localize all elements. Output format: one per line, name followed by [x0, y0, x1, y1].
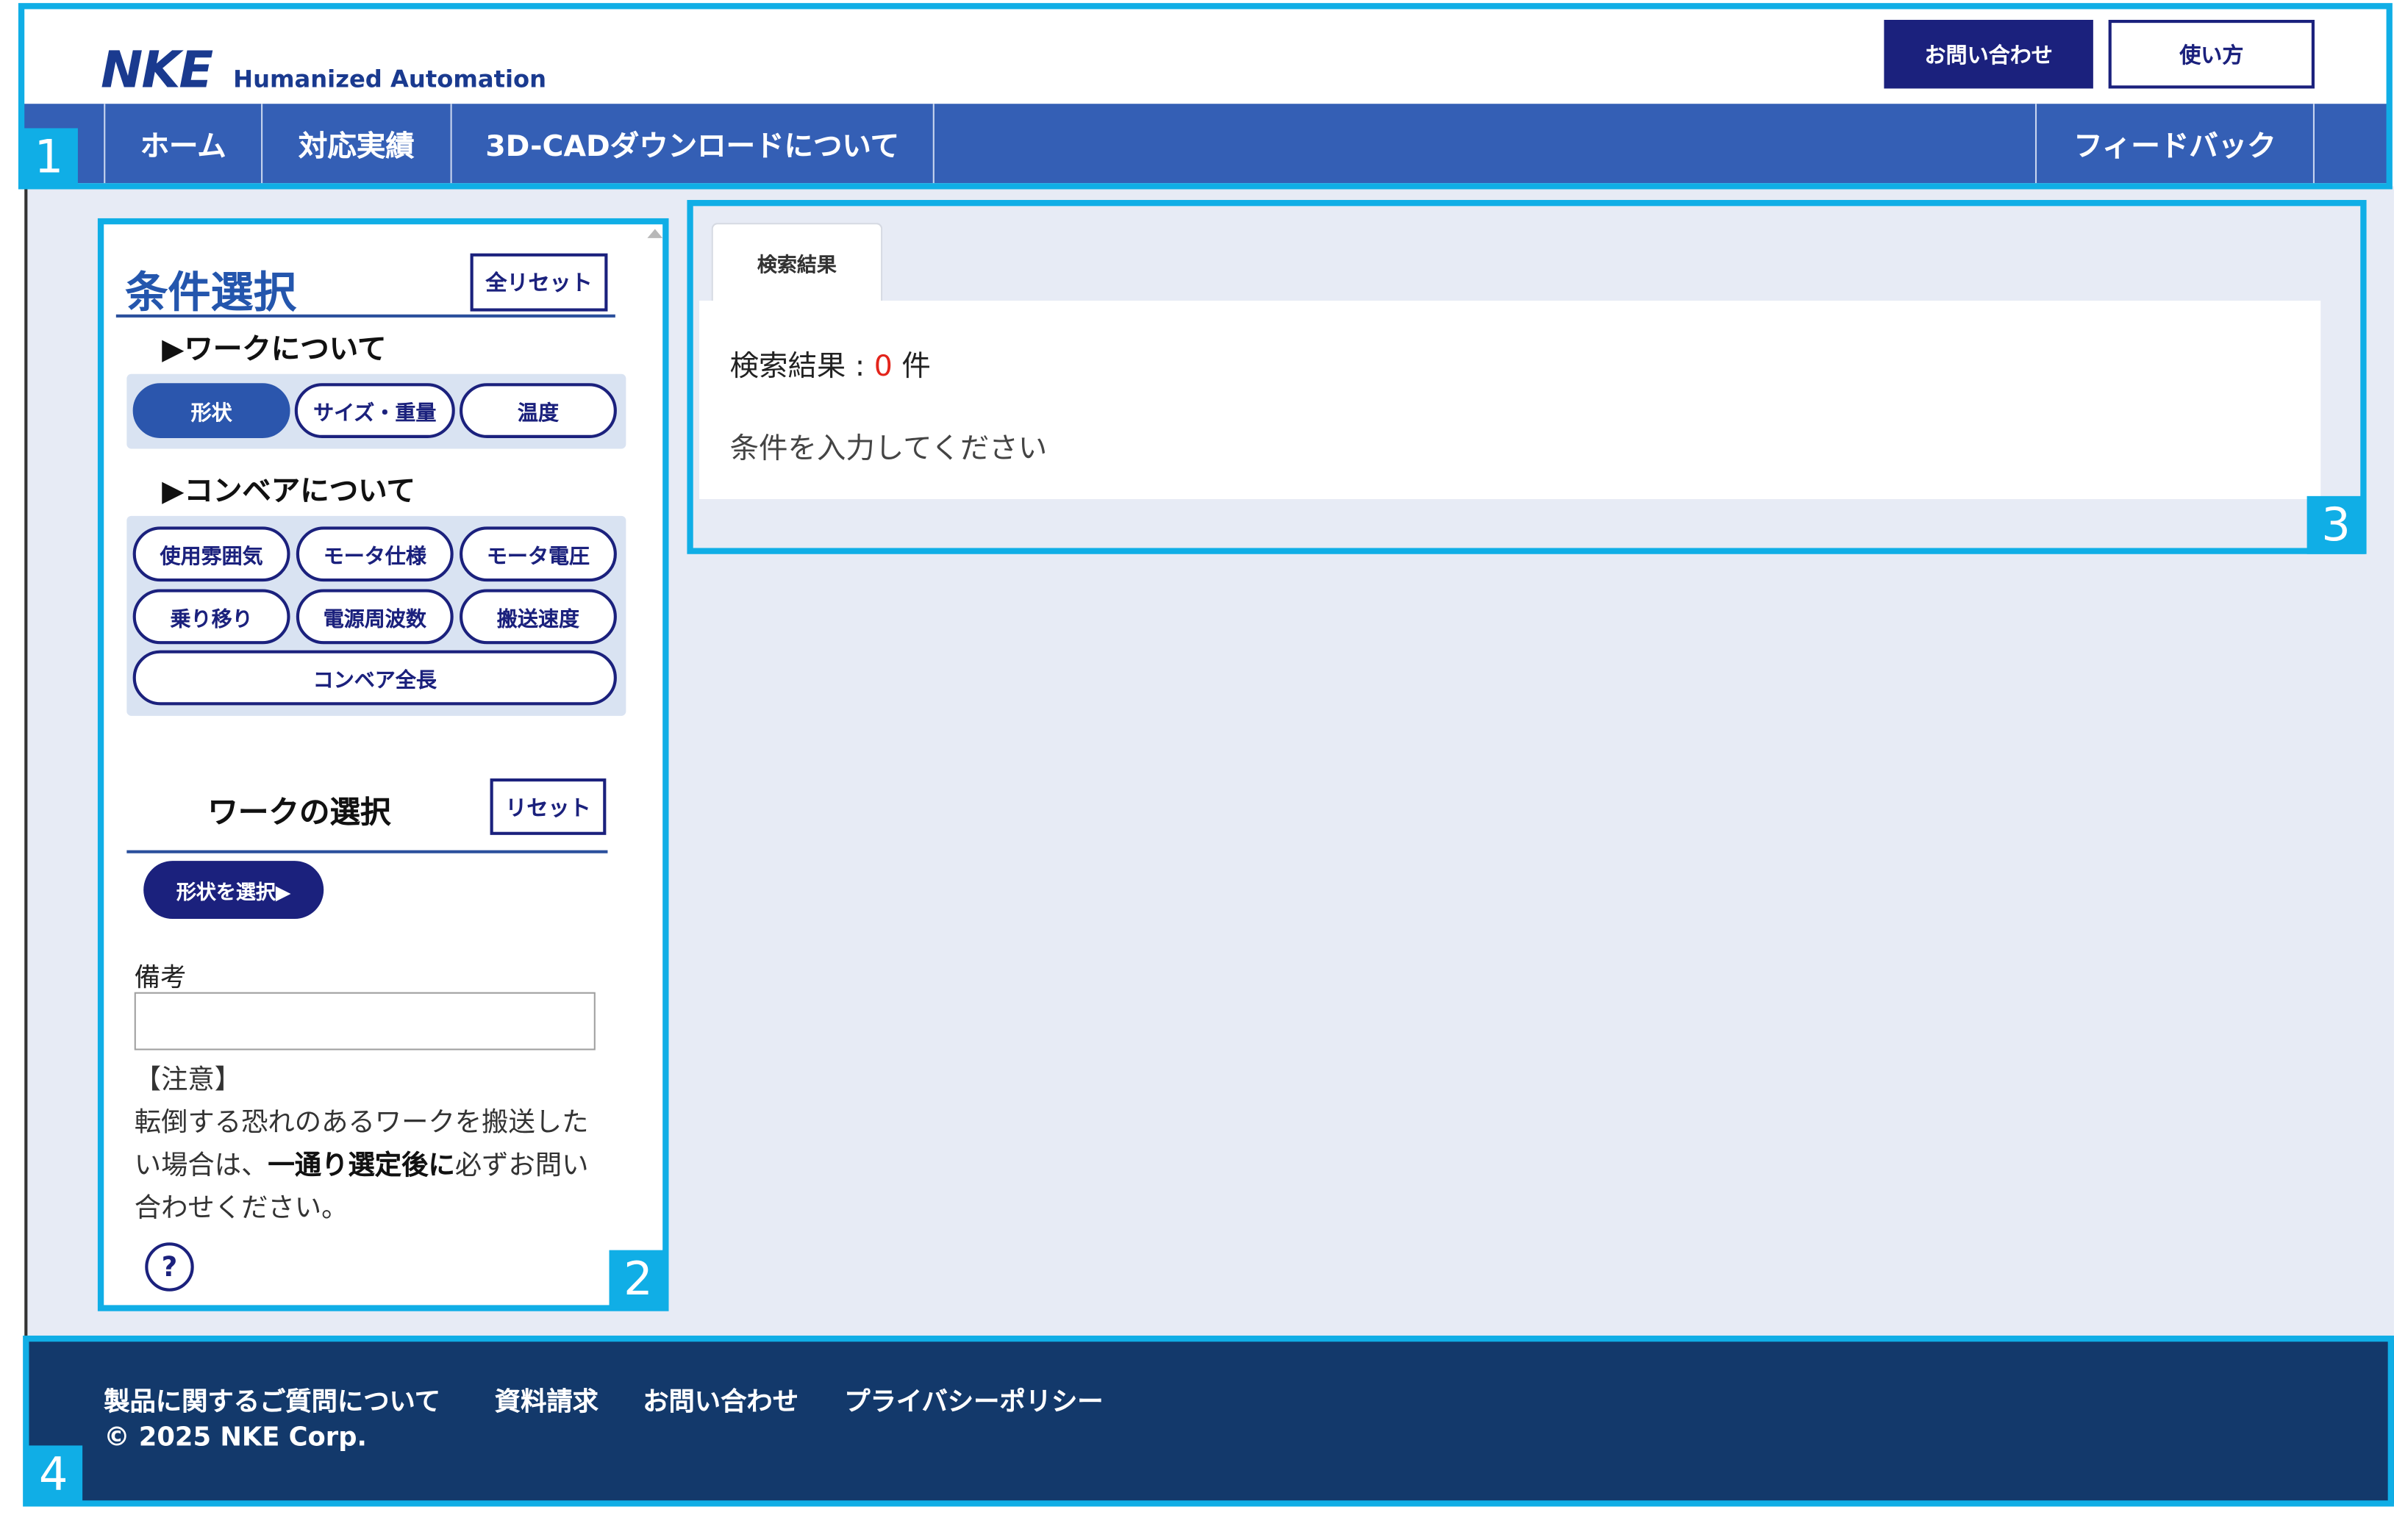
chip-conveyor-length[interactable]: コンベア全長 [132, 650, 617, 706]
chip-shape[interactable]: 形状 [132, 383, 290, 438]
page-edge-line [24, 180, 28, 1341]
footer-link-contact[interactable]: お問い合わせ [643, 1380, 798, 1419]
chip-transfer[interactable]: 乗り移り [132, 589, 290, 645]
site-header: NKE Humanized Automation お問い合わせ 使い方 [21, 6, 2388, 104]
chip-size-weight[interactable]: サイズ・重量 [294, 383, 455, 438]
notes-label: 備考 [134, 963, 187, 994]
nav-divider [932, 104, 935, 184]
conveyor-section-heading: ▶コンベアについて [162, 474, 415, 509]
condition-panel: 条件選択 全リセット ▶ワークについて 形状 サイズ・重量 温度 ▶コンベアにつ… [104, 223, 663, 1310]
chip-power-frequency[interactable]: 電源周波数 [296, 589, 454, 645]
help-icon[interactable]: ? [145, 1242, 194, 1292]
result-message: 条件を入力してください [729, 431, 1048, 466]
logo-tagline: Humanized Automation [233, 65, 547, 93]
reset-all-button[interactable]: 全リセット [470, 253, 608, 312]
work-select-title: ワークの選択 [207, 793, 391, 831]
annotation-label-4: 4 [24, 1445, 83, 1504]
copyright: © 2025 NKE Corp. [104, 1422, 367, 1453]
caution-body: 転倒する恐れのあるワークを搬送したい場合は、一通り選定後に必ずお問い合わせくださ… [135, 1102, 608, 1230]
chip-conveying-speed[interactable]: 搬送速度 [460, 589, 617, 645]
caution-note: 【注意】 転倒する恐れのあるワークを搬送したい場合は、一通り選定後に必ずお問い合… [135, 1059, 608, 1231]
chip-motor-voltage[interactable]: モータ電圧 [460, 526, 617, 582]
result-count-prefix: 検索結果 : [729, 349, 874, 384]
title-underline [115, 314, 615, 318]
nke-logo[interactable]: NKE Humanized Automation [101, 34, 546, 95]
chip-motor-spec[interactable]: モータ仕様 [296, 526, 454, 582]
nav-results[interactable]: 対応実績 [262, 104, 450, 183]
nav-feedback[interactable]: フィードバック [2037, 104, 2313, 183]
annotation-label-1: 1 [19, 128, 78, 187]
contact-button[interactable]: お問い合わせ [1884, 19, 2093, 89]
nav-home[interactable]: ホーム [105, 104, 261, 183]
select-shape-button[interactable]: 形状を選択▶ [143, 861, 324, 920]
work-section-heading: ▶ワークについて [162, 332, 387, 367]
caution-emphasis: 一通り選定後に [268, 1150, 455, 1182]
footer-link-product-faq[interactable]: 製品に関するご質問について [104, 1380, 440, 1419]
scroll-up-icon[interactable] [647, 229, 663, 238]
main-nav: ホーム 対応実績 3D-CADダウンロードについて フィードバック [21, 104, 2388, 184]
result-count: 検索結果 : 0 件 [730, 343, 931, 384]
logo-mark: NKE [101, 39, 213, 99]
result-count-value: 0 [873, 349, 893, 384]
notes-input[interactable] [134, 992, 596, 1050]
caution-heading: 【注意】 [134, 1065, 242, 1096]
footer-link-catalog-request[interactable]: 資料請求 [495, 1380, 598, 1419]
work-chip-group: 形状 サイズ・重量 温度 [126, 373, 626, 449]
how-to-button[interactable]: 使い方 [2108, 19, 2315, 89]
annotation-label-2: 2 [609, 1250, 668, 1308]
tab-search-results[interactable]: 検索結果 [711, 223, 883, 303]
results-panel: 検索結果 : 0 件 条件を入力してください [699, 301, 2321, 500]
condition-title: 条件選択 [125, 267, 296, 318]
reset-button[interactable]: リセット [490, 778, 607, 835]
result-count-suffix: 件 [892, 349, 931, 384]
site-footer: 製品に関するご質問について 資料請求 お問い合わせ プライバシーポリシー © 2… [26, 1340, 2394, 1504]
chip-atmosphere[interactable]: 使用雰囲気 [132, 526, 290, 582]
conveyor-chip-group: 使用雰囲気 モータ仕様 モータ電圧 乗り移り 電源周波数 搬送速度 コンベア全長 [126, 515, 626, 716]
annotation-label-3: 3 [2307, 495, 2365, 554]
footer-link-privacy[interactable]: プライバシーポリシー [844, 1380, 1103, 1419]
page: NKE Humanized Automation お問い合わせ 使い方 ホーム … [0, 0, 2394, 1539]
work-select-underline [126, 850, 608, 853]
chip-temperature[interactable]: 温度 [460, 383, 617, 438]
nav-divider [2312, 104, 2315, 184]
nav-cad-download[interactable]: 3D-CADダウンロードについて [452, 104, 933, 183]
